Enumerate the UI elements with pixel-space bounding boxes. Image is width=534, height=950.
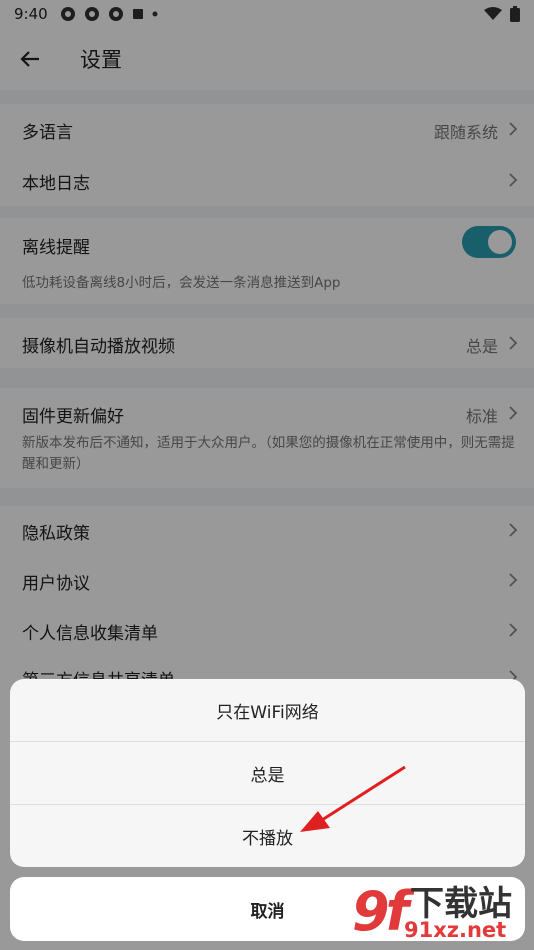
- watermark-logo: 9f: [352, 880, 409, 943]
- watermark: 9f 下载站 91xz.net: [352, 876, 528, 946]
- annotation-arrow: [300, 765, 406, 832]
- watermark-url: 91xz.net: [404, 918, 507, 942]
